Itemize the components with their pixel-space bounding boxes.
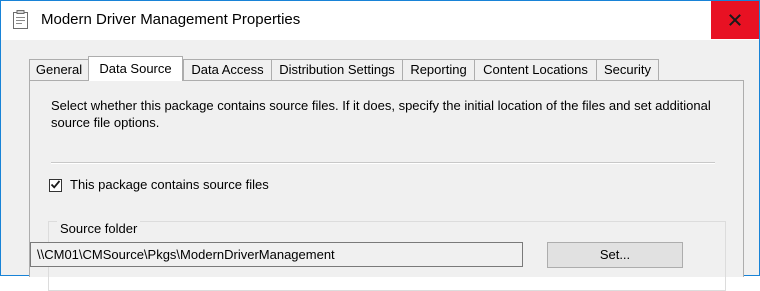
set-source-folder-button[interactable]: Set... bbox=[547, 242, 683, 268]
tab-distribution-settings[interactable]: Distribution Settings bbox=[271, 59, 403, 80]
properties-window-icon bbox=[12, 10, 30, 30]
description-text: Select whether this package contains sou… bbox=[51, 98, 711, 130]
contains-source-files-label: This package contains source files bbox=[70, 177, 269, 192]
tab-data-source[interactable]: Data Source bbox=[88, 56, 183, 81]
tab-reporting[interactable]: Reporting bbox=[402, 59, 475, 80]
contains-source-files-checkbox[interactable] bbox=[49, 178, 62, 193]
title-bar[interactable]: Modern Driver Management Properties bbox=[1, 1, 759, 40]
tab-data-access[interactable]: Data Access bbox=[183, 59, 272, 80]
source-folder-legend: Source folder bbox=[57, 221, 141, 237]
close-icon bbox=[729, 14, 741, 26]
window-title: Modern Driver Management Properties bbox=[41, 11, 301, 28]
checkmark-icon bbox=[50, 178, 61, 193]
tab-security[interactable]: Security bbox=[596, 59, 659, 80]
tab-content-locations[interactable]: Content Locations bbox=[474, 59, 597, 80]
separator bbox=[51, 162, 715, 164]
source-folder-path-field[interactable]: \\CM01\CMSource\Pkgs\ModernDriverManagem… bbox=[30, 242, 523, 267]
close-button[interactable] bbox=[711, 1, 759, 39]
tab-general[interactable]: General bbox=[29, 59, 89, 80]
properties-dialog: Modern Driver Management Properties Gene… bbox=[0, 0, 760, 291]
contains-source-files-option[interactable]: This package contains source files bbox=[49, 177, 269, 193]
